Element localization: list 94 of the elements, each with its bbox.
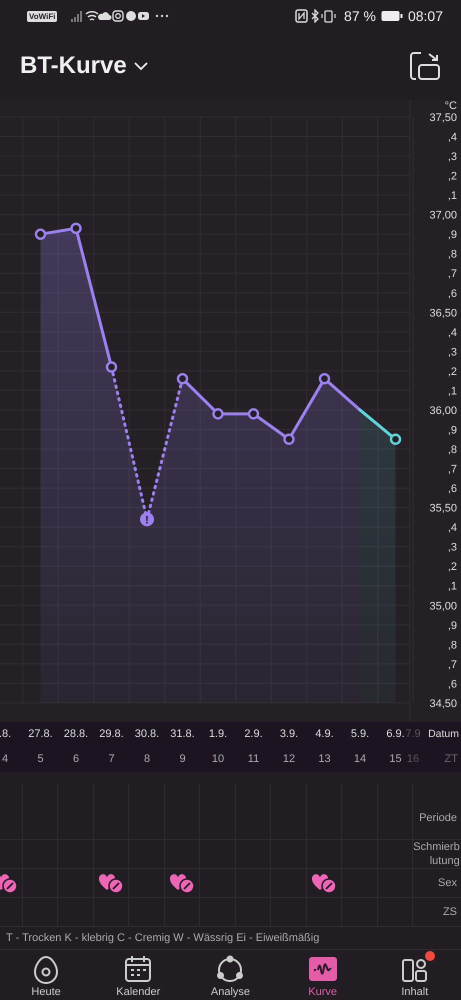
clock: 08:07 [408,8,443,24]
y-tick-label: 34,50 [429,698,457,710]
cycle-day-label: 12 [282,753,296,765]
row-label: Schmierb lutung [413,840,461,868]
date-label: 28.8. [64,728,88,740]
y-minor-tick-label: ,7 [448,268,457,280]
cycle-day-label: 8 [144,753,150,765]
data-point[interactable] [318,373,330,384]
date-label: .8. [0,728,12,740]
date-label: 2.9. [244,728,263,740]
y-minor-tick-label: ,3 [448,151,457,164]
date-row-label: Datum [428,728,459,740]
y-minor-tick-label: ,1 [448,580,457,593]
data-point[interactable] [390,434,402,445]
cycle-icon [215,954,246,984]
y-tick-label: 35,50 [429,502,457,515]
rotate-screen-icon[interactable] [409,51,441,81]
y-tick-label: 37,00 [429,210,457,222]
date-label: 29.8. [99,728,124,740]
y-minor-tick-label: ,7 [448,658,457,671]
date-label: 5.9. [350,728,370,740]
annotation: ! [145,514,149,526]
battery-percentage: 87 % [344,8,376,24]
data-point[interactable] [106,361,118,373]
heart-pill-icon [98,872,124,894]
y-minor-tick-label: ,6 [448,483,457,496]
y-minor-tick-label: ,8 [448,639,457,652]
row-label: ZS [442,905,458,919]
cycle-day-label: 9 [179,753,186,765]
y-minor-tick-label: ,2 [448,170,457,183]
date-label: 3.9. [280,728,298,740]
y-minor-tick-label: ,7 [448,464,457,476]
y-tick-label: 36,00 [429,404,457,417]
row-label: Periode [418,811,458,826]
date-label: 1.9. [208,728,228,740]
y-minor-tick-label: ,8 [448,444,457,456]
excluded-point[interactable]: ! [140,512,154,526]
y-tick-label: 35,00 [429,600,457,612]
data-point[interactable] [248,408,260,420]
chevron-down-icon [132,61,149,71]
y-minor-tick-label: ,3 [448,346,457,358]
y-minor-tick-label: ,4 [448,522,457,534]
unit-label: °C [444,100,457,112]
curve-icon [308,954,338,984]
nav-tab[interactable]: Inhalt [374,954,455,998]
cycle-day-label: 5 [37,753,44,765]
nav-tab[interactable]: Heute [6,954,86,998]
calendar-icon [123,954,154,984]
cycle-day-label: 6 [72,753,80,765]
cycle-day-label: 13 [318,753,331,765]
y-minor-tick-label: ,2 [448,561,457,574]
battery-icon [380,10,403,22]
date-label: 7.9 [405,728,421,740]
mucus-legend: T - Trocken K - klebrig C - Cremig W - Wässrig Ei - Eiweißmäßig [0,927,461,950]
vowifi-badge: VoWiFi [27,10,58,22]
date-label: 30.8. [134,728,160,740]
cycle-day-label: 15 [389,753,402,765]
data-point[interactable] [212,408,224,420]
date-label: 31.8. [170,728,195,740]
y-tick-label: 37,50 [429,112,457,124]
nav-tab[interactable]: Kurve [282,954,363,998]
nav-tab[interactable]: Kalender [98,954,178,998]
date-label: 27.8. [28,728,53,740]
y-minor-tick-label: ,9 [448,620,457,632]
nav-tab[interactable]: Analyse [190,954,270,998]
cycle-day-label: 11 [248,753,260,765]
y-minor-tick-label: ,1 [448,190,457,202]
heart-pill-icon [169,872,195,894]
y-minor-tick-label: ,6 [448,288,457,300]
y-minor-tick-label: ,4 [448,326,457,339]
y-minor-tick-label: ,6 [448,678,457,690]
y-minor-tick-label: ,1 [448,385,457,398]
cycle-day-label: 10 [212,753,224,765]
y-minor-tick-label: ,9 [448,229,457,242]
chart-type-dropdown[interactable]: BT-Kurve [20,52,149,80]
data-point[interactable] [70,222,82,234]
cycle-day-row-label: ZT [444,753,458,765]
y-minor-tick-label: ,3 [448,542,457,554]
cycle-day-label: 7 [108,753,115,765]
cycle-day-label: 16 [406,753,420,765]
y-minor-tick-label: ,4 [448,132,457,144]
y-tick-label: 36,50 [429,307,457,320]
data-point[interactable] [283,434,295,445]
data-point[interactable] [34,228,46,240]
date-label: 6.9. [386,728,405,740]
cycle-day-label: 14 [354,753,366,765]
row-label: Sex [437,876,458,890]
y-minor-tick-label: ,9 [448,424,457,436]
date-label: 4.9. [315,728,334,740]
heart-pill-icon [311,872,337,894]
y-minor-tick-label: ,8 [448,248,457,261]
data-point[interactable] [176,373,188,384]
cycle-day-label: 4 [2,753,8,765]
y-minor-tick-label: ,2 [448,366,457,378]
